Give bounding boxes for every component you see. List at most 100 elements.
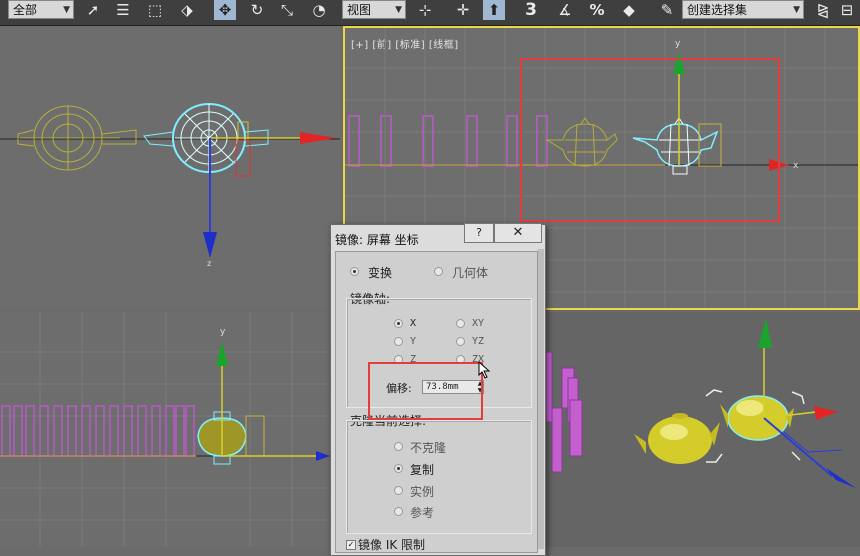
- viewport-top-scene: z: [0, 103, 340, 268]
- snap-3d-icon: 3: [525, 0, 537, 20]
- rotate-icon: ↻: [250, 1, 264, 19]
- axis-zx-radio[interactable]: [456, 355, 465, 364]
- offset-spinner[interactable]: ▲ ▼: [476, 380, 484, 394]
- svg-text:y: y: [220, 327, 226, 337]
- axis-x-radio[interactable]: [394, 319, 403, 328]
- mirror-dialog: 镜像: 屏幕 坐标 ? ✕ 变换 几何体 镜像轴: X XY Y YZ Z ZX…: [330, 223, 546, 556]
- reference-coord-value: 视图: [347, 3, 372, 17]
- named-selection-value: 创建选择集: [687, 3, 748, 17]
- clone-group: [346, 420, 532, 534]
- mirror-button[interactable]: ⧎: [812, 0, 834, 20]
- rect-region-button[interactable]: ⬚: [144, 0, 166, 20]
- offset-label: 偏移:: [386, 382, 412, 395]
- axis-x-label: X: [410, 318, 417, 329]
- geometry-radio[interactable]: [434, 267, 443, 276]
- select-object-button[interactable]: ➚: [82, 0, 104, 20]
- reference-coord-dropdown[interactable]: 视图 ▼: [342, 0, 406, 19]
- x-axis-arrow-front: [769, 159, 789, 171]
- teapot-top-left: [17, 105, 137, 171]
- move-icon: ✥: [218, 1, 232, 19]
- y-axis-arrow-front: [673, 52, 685, 74]
- rotate-button[interactable]: ↻: [246, 0, 268, 20]
- edit-named-selection-icon: ✎: [660, 1, 674, 19]
- chevron-down-icon: ▼: [793, 5, 800, 15]
- percent-snap-icon: %: [589, 1, 605, 19]
- teapot-front-left: [545, 117, 618, 167]
- named-selection-dropdown[interactable]: 创建选择集 ▼: [682, 0, 804, 19]
- window-crossing-button[interactable]: ⬗: [176, 0, 198, 20]
- pivot-button[interactable]: ⊹: [414, 0, 436, 20]
- chevron-down-icon: ▼: [395, 5, 402, 15]
- transform-label: 变换: [368, 266, 393, 280]
- dialog-title: 镜像: 屏幕 坐标: [335, 233, 419, 247]
- axis-xy-radio[interactable]: [456, 319, 465, 328]
- instance-radio[interactable]: [394, 486, 403, 495]
- mirror-ik-label: 镜像 IK 限制: [358, 538, 426, 552]
- angle-snap-button[interactable]: ∡: [554, 0, 576, 20]
- scale-icon: ⤡: [280, 1, 293, 19]
- angle-snap-icon: ∡: [558, 1, 572, 19]
- pivot-icon: ⊹: [418, 1, 432, 19]
- no-clone-radio[interactable]: [394, 442, 403, 451]
- axis-y-label: Y: [410, 336, 417, 347]
- select-by-name-icon: ☰: [116, 1, 130, 19]
- x-axis-arrow: [300, 132, 336, 144]
- copy-radio[interactable]: [394, 464, 403, 473]
- chevron-down-icon: ▼: [63, 5, 70, 15]
- reference-label: 参考: [410, 506, 435, 520]
- axis-xy-label: XY: [472, 318, 485, 329]
- window-crossing-icon: ⬗: [181, 1, 193, 19]
- mirror-icon: ⧎: [816, 1, 830, 19]
- align-icon: ⊟: [840, 1, 854, 19]
- select-by-name-button[interactable]: ☰: [112, 0, 134, 20]
- spinner-snap-button[interactable]: ◆: [618, 0, 640, 20]
- teapot-perspective-left: [634, 413, 720, 464]
- place-button[interactable]: ◔: [308, 0, 330, 20]
- offset-input[interactable]: 73.8mm: [422, 380, 484, 394]
- instance-label: 实例: [410, 485, 435, 499]
- snap-3d-button[interactable]: 3: [520, 0, 542, 20]
- edit-named-selection-button[interactable]: ✎: [656, 0, 678, 20]
- viewport-left-scene: y: [0, 312, 330, 547]
- selection-filter-dropdown[interactable]: 全部 ▼: [8, 0, 74, 19]
- offset-value: 73.8mm: [426, 382, 459, 392]
- y-axis-arrow-left: [216, 342, 228, 366]
- viewport-perspective-scene: [546, 318, 856, 488]
- spinner-snap-icon: ◆: [623, 1, 635, 19]
- main-toolbar: 全部 ▼ ➚ ☰ ⬚ ⬗ ✥ ↻ ⤡ ◔ 视图 ▼ ⊹ ✛ ⬆ 3 ∡ % ◆ ✎ …: [0, 0, 860, 26]
- keyboard-shortcut-button[interactable]: ⬆: [483, 0, 505, 20]
- svg-text:y: y: [675, 39, 681, 49]
- move-button[interactable]: ✥: [214, 0, 236, 20]
- y-axis-arrow: [203, 232, 217, 258]
- dialog-body: 变换 几何体 镜像轴: X XY Y YZ Z ZX 偏移: 73.8mm ▲ ▼…: [335, 251, 538, 553]
- keyboard-shortcut-icon: ⬆: [487, 1, 501, 19]
- scale-button[interactable]: ⤡: [276, 0, 298, 20]
- select-manipulate-icon: ✛: [456, 1, 470, 19]
- axis-yz-radio[interactable]: [456, 337, 465, 346]
- mirror-ik-checkbox[interactable]: ✓: [346, 540, 356, 550]
- viewport-left[interactable]: y: [0, 312, 330, 547]
- selection-filter-value: 全部: [13, 3, 38, 17]
- axis-z-radio[interactable]: [394, 355, 403, 364]
- help-button[interactable]: ?: [464, 223, 494, 243]
- align-button[interactable]: ⊟: [836, 0, 858, 20]
- reference-radio[interactable]: [394, 507, 403, 516]
- percent-snap-button[interactable]: %: [586, 0, 608, 20]
- geometry-label: 几何体: [452, 266, 489, 280]
- svg-text:x: x: [793, 161, 799, 171]
- copy-label: 复制: [410, 463, 435, 477]
- svg-text:z: z: [207, 259, 211, 268]
- no-clone-label: 不克隆: [410, 441, 447, 455]
- viewport-top[interactable]: z: [0, 26, 340, 308]
- transform-radio[interactable]: [350, 267, 359, 276]
- axis-y-radio[interactable]: [394, 337, 403, 346]
- place-icon: ◔: [312, 1, 326, 19]
- select-object-icon: ➚: [86, 1, 100, 19]
- help-icon: ?: [476, 226, 482, 239]
- select-manipulate-button[interactable]: ✛: [452, 0, 474, 20]
- close-button[interactable]: ✕: [494, 223, 542, 243]
- rect-region-icon: ⬚: [147, 1, 163, 19]
- close-icon: ✕: [512, 225, 524, 240]
- dialog-scrollbar[interactable]: [538, 249, 544, 549]
- viewport-perspective[interactable]: [546, 312, 860, 547]
